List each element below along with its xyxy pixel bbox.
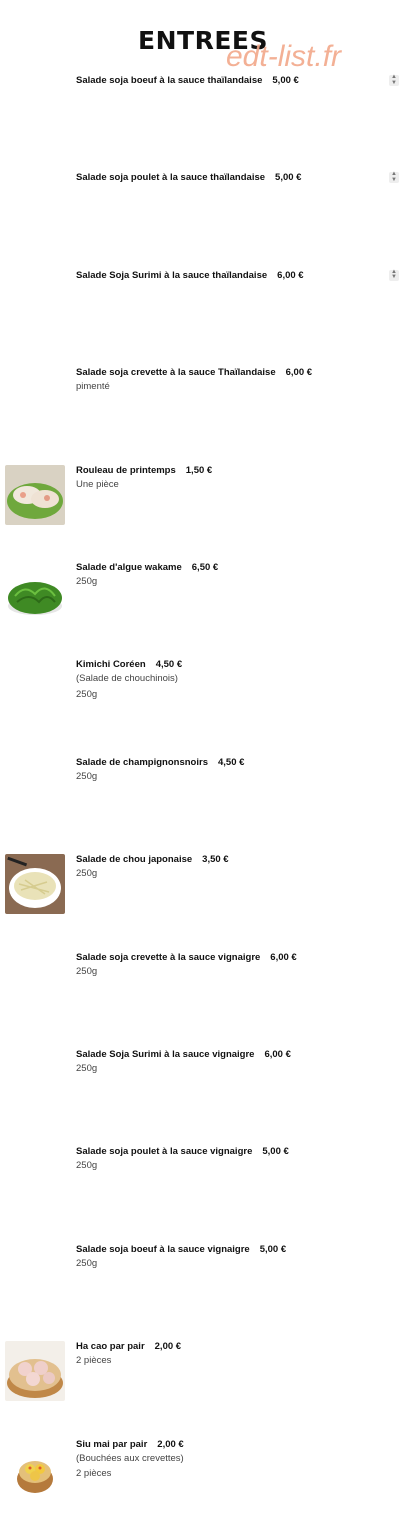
menu-item-price: 6,00 € (264, 1049, 291, 1060)
menu-item-detail: (Salade de chouchinois) (76, 673, 178, 685)
menu-item-text: Salade de chou japonaise 3,50 € 250g (76, 854, 386, 881)
menu-item-name: Salade soja poulet à la sauce thaïlandai… (76, 172, 266, 184)
page-title: ENTREES (138, 26, 268, 55)
menu-item[interactable]: Siu mai par pair 2,00 € (Bouchées aux crev… (0, 1438, 406, 1529)
menu-item-price: 5,00 € (272, 75, 299, 86)
menu-item[interactable]: Salade soja boeuf à la sauce thaïlandais… (0, 74, 406, 165)
menu-item-detail: Une pièce (76, 478, 119, 490)
menu-item-heading: Salade de chou japonaise 3,50 € (76, 854, 386, 865)
menu-item-name: Kimichi Coréen (76, 659, 146, 671)
menu-item-text: Salade d'algue wakame 6,50 € 250g (76, 562, 386, 589)
menu-item-detail: pimenté (76, 381, 110, 393)
quantity-stepper-icon[interactable]: ▲ ▼ (389, 171, 399, 184)
menu-item-heading: Salade soja poulet à la sauce thaïlandai… (76, 172, 386, 183)
menu-item-detail: 250g (76, 576, 98, 587)
menu-item[interactable]: Salade soja poulet à la sauce vignaigre 5… (0, 1146, 406, 1236)
menu-item-text: Siu mai par pair 2,00 € (Bouchées aux crev… (76, 1439, 386, 1481)
menu-item-text: Salade de champignonsnoirs 4,50 € 250g (76, 757, 386, 784)
menu-item[interactable]: Salade Soja Surimi à la sauce thaïlandai… (0, 269, 406, 360)
menu-item-price: 5,00 € (275, 172, 302, 184)
menu-item-text: Salade soja boeuf à la sauce thaïlandais… (76, 75, 386, 86)
menu-item-heading: Salade Soja Surimi à la sauce vignaigre 6… (76, 1049, 386, 1060)
ha-cao-photo (5, 1341, 65, 1402)
menu-item-name: Salade de chou japonaise (76, 854, 193, 866)
menu-item-name: Salade soja boeuf à la sauce vignaigre (76, 1243, 250, 1255)
menu-item[interactable]: Salade soja crevette à la sauce Thaïland… (0, 367, 406, 457)
menu-item-heading: Siu mai par pair 2,00 € (76, 1439, 386, 1450)
menu-item-price: 2,00 € (157, 1438, 184, 1450)
menu-item[interactable]: Salade soja boeuf à la sauce vignaigre 5,… (0, 1244, 406, 1334)
menu-item-detail: 250g (76, 1257, 98, 1269)
quantity-stepper-icon[interactable]: ▲ ▼ (389, 269, 399, 281)
menu-item-text: Ha cao par pair 2,00 € 2 pièces (76, 1341, 386, 1368)
menu-item-name: Salade Soja Surimi à la sauce thaïlandai… (76, 269, 268, 281)
watermark: edt-list.fr (226, 40, 342, 73)
menu-item-price: 4,50 € (217, 756, 245, 768)
cabbage-photo (5, 854, 65, 915)
menu-item-heading: Salade soja boeuf à la sauce vignaigre 5,… (76, 1244, 386, 1255)
menu-item-name: Salade soja crevette à la sauce vignaigr… (76, 951, 261, 963)
menu-item-text: Salade soja crevette à la sauce vignaigr… (76, 952, 386, 979)
menu-item-text: Kimichi Coréen 4,50 € (Salade de chouchino… (76, 659, 386, 701)
siu-mai-photo (5, 1438, 65, 1499)
wakame-photo (5, 562, 65, 622)
menu-item-text: Rouleau de printemps 1,50 € Une pièce (76, 465, 386, 492)
menu-item-name: Salade Soja Surimi à la sauce vignaigre (76, 1049, 255, 1060)
menu-item[interactable]: Salade de champignonsnoirs 4,50 € 250g (0, 757, 406, 847)
menu-item-heading: Salade Soja Surimi à la sauce thaïlandai… (76, 270, 386, 281)
menu-item-detail: 250g (76, 1160, 98, 1172)
menu-item-text: Salade soja poulet à la sauce thaïlandai… (76, 172, 386, 183)
menu-item-heading: Kimichi Coréen 4,50 € (76, 659, 386, 670)
menu-item-price: 5,00 € (259, 1243, 287, 1255)
quantity-stepper-icon[interactable]: ▲ ▼ (389, 74, 399, 86)
menu-item-price: 1,50 € (185, 464, 213, 476)
menu-item[interactable]: Salade soja poulet à la sauce thaïlandai… (0, 171, 406, 262)
menu-item-price: 3,50 € (202, 854, 229, 866)
menu-item-heading: Salade d'algue wakame 6,50 € (76, 562, 386, 573)
menu-item-price: 6,00 € (277, 269, 304, 281)
menu-item-text: Salade soja boeuf à la sauce vignaigre 5,… (76, 1244, 386, 1271)
menu-item[interactable]: Salade de chou japonaise 3,50 € 250g (0, 854, 406, 944)
menu-item-name: Salade soja crevette à la sauce Thaïland… (76, 367, 276, 379)
menu-item-detail: 250g (76, 688, 98, 700)
menu-item-price: 6,00 € (285, 367, 313, 379)
menu-item-detail: 2 pièces (76, 1355, 112, 1367)
menu-item-detail: (Bouchées aux crevettes) (76, 1452, 184, 1464)
menu-item[interactable]: Salade Soja Surimi à la sauce vignaigre 6… (0, 1049, 406, 1139)
menu-item-text: Salade soja crevette à la sauce Thaïland… (76, 367, 386, 394)
menu-item-detail: 250g (76, 965, 98, 977)
menu-item[interactable]: Kimichi Coréen 4,50 € (Salade de chouchino… (0, 659, 406, 749)
menu-item-name: Ha cao par pair (76, 1341, 145, 1353)
menu-item-heading: Rouleau de printemps 1,50 € (76, 465, 386, 476)
menu-item-text: Salade Soja Surimi à la sauce vignaigre 6… (76, 1049, 386, 1076)
menu-item[interactable]: Ha cao par pair 2,00 € 2 pièces (0, 1341, 406, 1431)
menu-item-detail: 250g (76, 770, 98, 782)
menu-item-name: Rouleau de printemps (76, 464, 176, 476)
menu-item-heading: Ha cao par pair 2,00 € (76, 1341, 386, 1352)
menu-item-heading: Salade de champignonsnoirs 4,50 € (76, 757, 386, 768)
menu-item-name: Siu mai par pair (76, 1438, 148, 1450)
menu-item[interactable]: Rouleau de printemps 1,50 € Une pièce (0, 464, 406, 555)
menu-item[interactable]: Salade d'algue wakame 6,50 € 250g (0, 562, 406, 652)
menu-item-heading: Salade soja poulet à la sauce vignaigre 5… (76, 1146, 386, 1157)
menu-item-price: 6,00 € (270, 951, 297, 963)
menu-item-detail: 250g (76, 1063, 98, 1074)
menu-item-price: 5,00 € (262, 1146, 289, 1158)
menu-item-heading: Salade soja boeuf à la sauce thaïlandais… (76, 75, 386, 86)
menu-item-name: Salade de champignonsnoirs (76, 756, 208, 768)
menu-item-heading: Salade soja crevette à la sauce vignaigr… (76, 952, 386, 963)
menu-item-price: 6,50 € (191, 562, 219, 573)
menu-item-text: Salade Soja Surimi à la sauce thaïlandai… (76, 270, 386, 281)
menu-item-name: Salade d'algue wakame (76, 562, 182, 573)
menu-item-price: 2,00 € (154, 1341, 182, 1353)
menu-item-text: Salade soja poulet à la sauce vignaigre 5… (76, 1146, 386, 1173)
menu-item-price: 4,50 € (155, 659, 183, 671)
menu-item[interactable]: Salade soja crevette à la sauce vignaigr… (0, 952, 406, 1042)
menu-item-heading: Salade soja crevette à la sauce Thaïland… (76, 367, 386, 378)
menu-item-detail: 2 pièces (76, 1468, 112, 1480)
menu-item-name: Salade soja poulet à la sauce vignaigre (76, 1146, 253, 1158)
menu-item-name: Salade soja boeuf à la sauce thaïlandais… (76, 75, 263, 86)
spring-rolls-photo (5, 464, 65, 525)
menu-item-detail: 250g (76, 868, 98, 880)
